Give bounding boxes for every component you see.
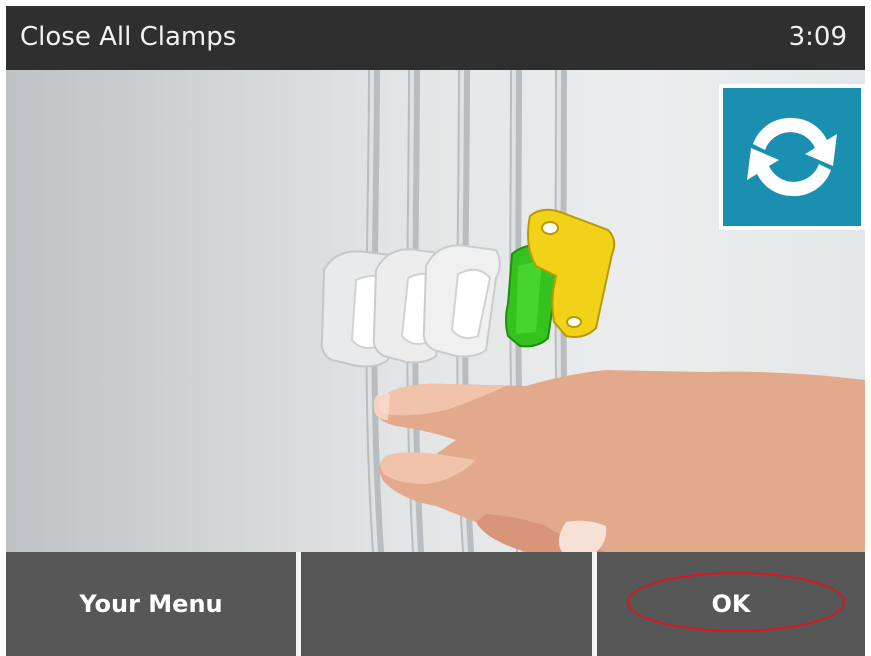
- clock-time: 3:09: [788, 22, 847, 52]
- hand-graphic: [373, 370, 865, 552]
- screen-title: Close All Clamps: [20, 22, 237, 52]
- title-bar: Close All Clamps 3:09: [6, 6, 865, 70]
- clamp-white-3: [422, 244, 501, 358]
- footer-bar: Your Menu OK: [6, 552, 865, 656]
- ok-label: OK: [711, 590, 751, 618]
- refresh-button[interactable]: [719, 84, 865, 230]
- middle-button[interactable]: [301, 552, 592, 656]
- your-menu-button[interactable]: Your Menu: [6, 552, 296, 656]
- device-screen: Close All Clamps 3:09 Your Menu OK: [6, 6, 865, 656]
- refresh-button-face[interactable]: [723, 88, 861, 226]
- refresh-icon: [747, 117, 837, 197]
- your-menu-label: Your Menu: [79, 590, 223, 618]
- ok-button[interactable]: OK: [597, 552, 865, 656]
